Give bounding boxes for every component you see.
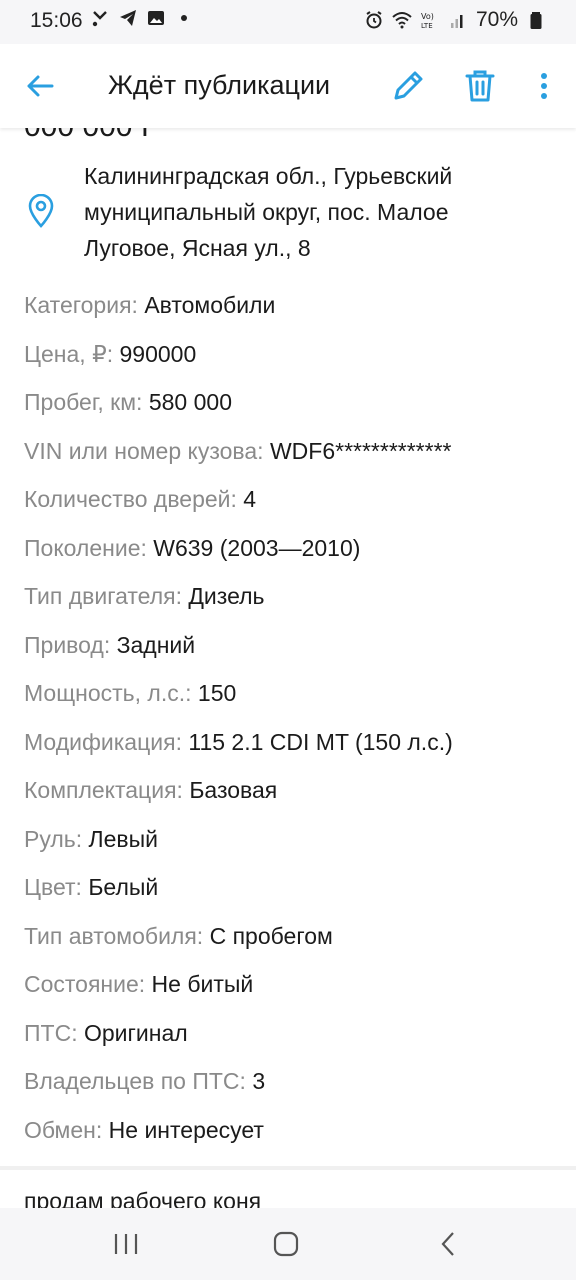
property-row: Поколение: W639 (2003—2010): [24, 533, 554, 582]
alarm-icon: [366, 11, 382, 29]
property-row: Состояние: Не битый: [24, 969, 554, 1018]
volte-icon: Vo) LTE: [421, 12, 434, 30]
status-system-icons: Vo) LTE 70%: [364, 8, 546, 32]
property-value: Автомобили: [144, 292, 276, 318]
property-label: ПТС:: [24, 1019, 78, 1046]
property-row: Категория: Автомобили: [24, 290, 554, 339]
more-options-button[interactable]: [522, 64, 566, 108]
back-button[interactable]: [18, 64, 62, 108]
recent-apps-button[interactable]: [106, 1226, 146, 1262]
property-row: Тип двигателя: Дизель: [24, 581, 554, 630]
system-nav-bar: [0, 1208, 576, 1280]
property-value: 580 000: [148, 389, 232, 415]
arrow-left-icon: [27, 75, 54, 97]
property-label: Привод:: [24, 631, 111, 658]
property-value: С пробегом: [209, 922, 333, 949]
listing-description: продам рабочего коня: [24, 1188, 262, 1208]
wifi-icon: [392, 12, 412, 29]
property-value: 115 2.1 CDI MT (150 л.с.): [188, 728, 453, 755]
property-label: Владельцев по ПТС:: [24, 1068, 246, 1094]
property-value: Оригинал: [83, 1019, 188, 1046]
property-value: Белый: [88, 874, 159, 900]
svg-text:Vo): Vo): [421, 12, 434, 21]
signal-icon: [450, 15, 463, 28]
property-label: Категория:: [24, 292, 138, 318]
property-value: 150: [197, 680, 237, 706]
property-row: Количество дверей: 4: [24, 484, 554, 533]
property-row: Цвет: Белый: [24, 872, 554, 921]
edit-button[interactable]: [386, 64, 430, 108]
property-value: Не битый: [151, 971, 254, 997]
property-label: Количество дверей:: [24, 486, 237, 512]
property-value: 4: [243, 486, 257, 512]
pencil-icon: [394, 71, 423, 100]
property-label: VIN или номер кузова:: [24, 437, 264, 464]
property-row: Привод: Задний: [24, 630, 554, 679]
property-row: Комплектация: Базовая: [24, 775, 554, 824]
battery-icon: [530, 12, 542, 29]
property-label: Мощность, л.с.:: [24, 680, 192, 706]
chevron-left-icon: [441, 1232, 454, 1256]
property-label: Обмен:: [24, 1116, 103, 1143]
property-label: Модификация:: [24, 728, 182, 755]
property-row: Руль: Левый: [24, 824, 554, 873]
property-row: Владельцев по ПТС: 3: [24, 1066, 554, 1115]
status-bar: 15:06 Vo) LTE 70%: [0, 0, 576, 44]
property-label: Тип автомобиля:: [24, 922, 204, 949]
svg-text:LTE: LTE: [421, 22, 433, 30]
property-label: Состояние:: [24, 971, 146, 997]
missed-call-icon: [92, 11, 107, 27]
more-vertical-icon: [541, 73, 547, 99]
property-value: Базовая: [189, 777, 278, 803]
property-label: Тип двигателя:: [24, 583, 182, 609]
property-value: W639 (2003—2010): [153, 534, 361, 561]
property-row: Цена, ₽: 990000: [24, 339, 554, 388]
home-button[interactable]: [266, 1226, 306, 1262]
property-label: Цена, ₽:: [24, 340, 114, 367]
property-label: Цвет:: [24, 874, 82, 900]
property-row: VIN или номер кузова: WDF6*************: [24, 436, 554, 485]
trash-icon: [465, 70, 495, 102]
app-bar: Ждёт публикации: [0, 44, 576, 128]
property-value: Задний: [116, 631, 196, 658]
clipped-text: 000 000 I: [24, 128, 149, 144]
property-label: Поколение:: [24, 534, 147, 561]
status-time: 15:06: [30, 9, 83, 32]
location-pin-icon: [28, 194, 54, 228]
home-icon: [273, 1231, 299, 1257]
property-value: WDF6*************: [269, 437, 452, 464]
telegram-icon: [120, 10, 136, 26]
gallery-icon: [148, 11, 164, 25]
recent-apps-icon: [114, 1234, 138, 1254]
back-nav-button[interactable]: [428, 1226, 468, 1262]
listing-address: Калининградская обл., Гурьевский муницип…: [84, 163, 453, 261]
battery-percentage: 70%: [475, 8, 518, 31]
property-value: Дизель: [188, 583, 265, 609]
property-row: Пробег, км: 580 000: [24, 387, 554, 436]
property-value: Не интересует: [108, 1116, 264, 1143]
page-title: Ждёт публикации: [108, 70, 331, 100]
property-label: Комплектация:: [24, 777, 183, 803]
dot-icon: [181, 15, 187, 21]
listing-details[interactable]: 000 000 I Калининградская обл., Гурьевск…: [0, 128, 576, 1208]
property-label: Пробег, км:: [24, 389, 143, 415]
section-divider: [0, 1166, 576, 1170]
delete-button[interactable]: [458, 64, 502, 108]
status-notification-icons: [90, 8, 194, 28]
property-label: Руль:: [24, 825, 83, 852]
property-value: 990000: [119, 340, 197, 367]
property-row: ПТС: Оригинал: [24, 1018, 554, 1067]
property-row: Модификация: 115 2.1 CDI MT (150 л.с.): [24, 727, 554, 776]
property-value: 3: [252, 1068, 266, 1094]
property-row: Тип автомобиля: С пробегом: [24, 921, 554, 970]
properties-list: Категория: Автомобили Цена, ₽: 990000 Пр…: [24, 290, 554, 1163]
property-value: Левый: [88, 825, 159, 852]
property-row: Обмен: Не интересует: [24, 1115, 554, 1164]
property-row: Мощность, л.с.: 150: [24, 678, 554, 727]
